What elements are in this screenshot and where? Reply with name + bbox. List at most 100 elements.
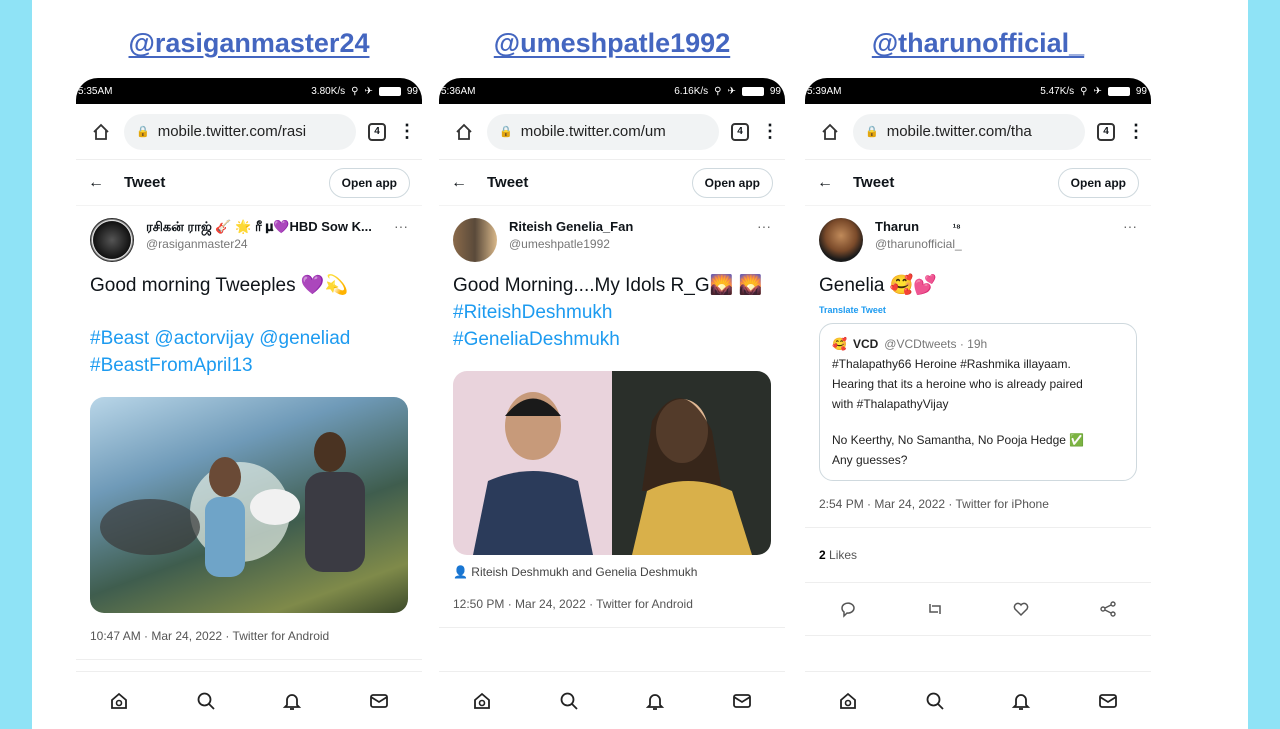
network-speed: 5.47K/s xyxy=(1040,85,1075,97)
photo-right xyxy=(612,371,771,555)
image-caption: 👤 Riteish Deshmukh and Genelia Deshmukh xyxy=(439,555,785,589)
tweet-line: Genelia 🥰💕 xyxy=(819,275,938,296)
notifications-nav-icon[interactable] xyxy=(1010,690,1032,712)
avatar[interactable] xyxy=(819,218,863,262)
photo-left xyxy=(453,371,612,555)
column-handle: @tharunofficial_ xyxy=(871,28,1085,58)
share-icon[interactable] xyxy=(1098,599,1118,619)
tweet-text: Good morning Tweeples 💜💫 #Beast @actorvi… xyxy=(76,268,422,383)
home-icon[interactable] xyxy=(819,121,841,143)
notifications-nav-icon[interactable] xyxy=(281,690,303,712)
status-time: 5:36AM xyxy=(441,85,476,97)
tweet-author: Riteish Genelia_Fan @umeshpatle1992 ··· xyxy=(439,206,785,268)
avatar[interactable] xyxy=(90,218,134,262)
url-text: mobile.twitter.com/tha xyxy=(886,123,1032,140)
open-app-button[interactable]: Open app xyxy=(691,167,773,198)
open-app-button[interactable]: Open app xyxy=(328,167,410,198)
overflow-menu-icon[interactable]: ⋮ xyxy=(761,121,779,142)
home-nav-icon[interactable] xyxy=(108,690,130,712)
browser-address-bar: 🔒 mobile.twitter.com/tha 4 ⋮ xyxy=(805,104,1151,160)
search-nav-icon[interactable] xyxy=(924,690,946,712)
reply-icon[interactable] xyxy=(838,599,858,619)
tweet-actions xyxy=(805,583,1151,636)
url-field[interactable]: 🔒 mobile.twitter.com/rasi xyxy=(124,113,356,150)
url-text: mobile.twitter.com/um xyxy=(520,123,666,140)
quote-line: Hearing that its a heroine who is alread… xyxy=(832,377,1083,391)
tweet-header: ← Tweet Open app xyxy=(805,160,1151,206)
likes-label: Likes xyxy=(829,548,858,562)
quoted-tweet[interactable]: 🥰 VCD @VCDtweets · 19h #Thalapathy66 Her… xyxy=(819,323,1137,481)
battery-level: 99 xyxy=(769,85,781,97)
tweet-text: Genelia 🥰💕 xyxy=(805,268,1151,303)
overflow-menu-icon[interactable]: ⋮ xyxy=(398,121,416,142)
tweet-line: Good morning Tweeples 💜💫 xyxy=(90,275,349,296)
phone-screenshot: 5:35AM 3.80K/s ⚲ ✈ 99 🔒 mobile.twitter.c… xyxy=(76,78,422,729)
more-options-icon[interactable]: ··· xyxy=(394,218,408,234)
overflow-menu-icon[interactable]: ⋮ xyxy=(1127,121,1145,142)
back-arrow-icon[interactable]: ← xyxy=(88,174,124,192)
page-title: Tweet xyxy=(124,174,166,191)
quote-display-name: VCD xyxy=(852,337,879,351)
person-icon: 👤 xyxy=(453,565,468,579)
tab-switcher-button[interactable]: 4 xyxy=(368,122,386,141)
quote-username: @VCDtweets · 19h xyxy=(884,337,988,351)
tweet-header: ← Tweet Open app xyxy=(76,160,422,206)
tweet-meta: 12:50 PM · Mar 24, 2022 · Twitter for An… xyxy=(439,589,785,628)
battery-level: 99 xyxy=(406,85,418,97)
username[interactable]: @rasiganmaster24 xyxy=(146,236,382,253)
notifications-nav-icon[interactable] xyxy=(644,690,666,712)
messages-nav-icon[interactable] xyxy=(368,690,390,712)
column-rasiganmaster24: @rasiganmaster24 5:35AM 3.80K/s ⚲ ✈ 99 🔒… xyxy=(76,0,422,729)
search-nav-icon[interactable] xyxy=(195,690,217,712)
status-bar: 5:35AM 3.80K/s ⚲ ✈ 99 xyxy=(76,78,422,104)
back-arrow-icon[interactable]: ← xyxy=(817,174,853,192)
home-icon[interactable] xyxy=(90,121,112,143)
page-title: Tweet xyxy=(853,174,895,191)
more-options-icon[interactable]: ··· xyxy=(1123,218,1137,234)
home-nav-icon[interactable] xyxy=(837,690,859,712)
status-time: 5:35AM xyxy=(78,85,113,97)
tab-switcher-button[interactable]: 4 xyxy=(731,122,749,141)
messages-nav-icon[interactable] xyxy=(1097,690,1119,712)
browser-address-bar: 🔒 mobile.twitter.com/rasi 4 ⋮ xyxy=(76,104,422,160)
avatar[interactable] xyxy=(453,218,497,262)
airplane-icon: ✈ xyxy=(727,85,736,97)
display-name[interactable]: ரசிகன் ராஜ் 🎸 🌟 ரீ 𝛍💜HBD Sow K... xyxy=(146,218,382,236)
url-field[interactable]: 🔒 mobile.twitter.com/tha xyxy=(853,113,1085,150)
phone-screenshot: 5:39AM 5.47K/s ⚲ ✈ 99 🔒 mobile.twitter.c… xyxy=(805,78,1151,729)
bottom-nav xyxy=(439,671,785,729)
hashtags[interactable]: #Beast @actorvijay @geneliad #BeastFromA… xyxy=(90,325,408,379)
phone-screenshot: 5:36AM 6.16K/s ⚲ ✈ 99 🔒 mobile.twitter.c… xyxy=(439,78,785,729)
airplane-icon: ✈ xyxy=(364,85,373,97)
open-app-button[interactable]: Open app xyxy=(1057,167,1139,198)
page-title: Tweet xyxy=(487,174,529,191)
search-nav-icon[interactable] xyxy=(558,690,580,712)
tweet-image[interactable] xyxy=(90,397,408,613)
more-options-icon[interactable]: ··· xyxy=(757,218,771,234)
battery-icon xyxy=(378,86,401,96)
likes-count[interactable]: 2 Likes xyxy=(805,528,1151,583)
display-name[interactable]: Riteish Genelia_Fan xyxy=(509,218,745,236)
translate-tweet-link[interactable]: Translate Tweet xyxy=(805,303,1151,317)
url-text: mobile.twitter.com/rasi xyxy=(157,123,307,140)
status-bar: 5:36AM 6.16K/s ⚲ ✈ 99 xyxy=(439,78,785,104)
back-arrow-icon[interactable]: ← xyxy=(451,174,487,192)
display-name[interactable]: Tharun xyxy=(875,219,919,234)
url-field[interactable]: 🔒 mobile.twitter.com/um xyxy=(487,113,719,150)
column-tharunofficial: @tharunofficial_ 5:39AM 5.47K/s ⚲ ✈ 99 🔒… xyxy=(805,0,1151,729)
quote-line: No Keerthy, No Samantha, No Pooja Hedge … xyxy=(832,433,1085,447)
tab-switcher-button[interactable]: 4 xyxy=(1097,122,1115,141)
battery-level: 99 xyxy=(1135,85,1147,97)
username[interactable]: @tharunofficial_ xyxy=(875,236,1111,253)
tweet-image[interactable] xyxy=(453,371,771,555)
like-icon[interactable] xyxy=(1011,599,1031,619)
messages-nav-icon[interactable] xyxy=(731,690,753,712)
lock-icon: 🔒 xyxy=(499,126,513,138)
browser-address-bar: 🔒 mobile.twitter.com/um 4 ⋮ xyxy=(439,104,785,160)
bottom-nav xyxy=(805,671,1151,729)
username[interactable]: @umeshpatle1992 xyxy=(509,236,745,253)
home-nav-icon[interactable] xyxy=(471,690,493,712)
home-icon[interactable] xyxy=(453,121,475,143)
retweet-icon[interactable] xyxy=(925,599,945,619)
hashtags[interactable]: #RiteishDeshmukh #GeneliaDeshmukh xyxy=(453,299,771,353)
